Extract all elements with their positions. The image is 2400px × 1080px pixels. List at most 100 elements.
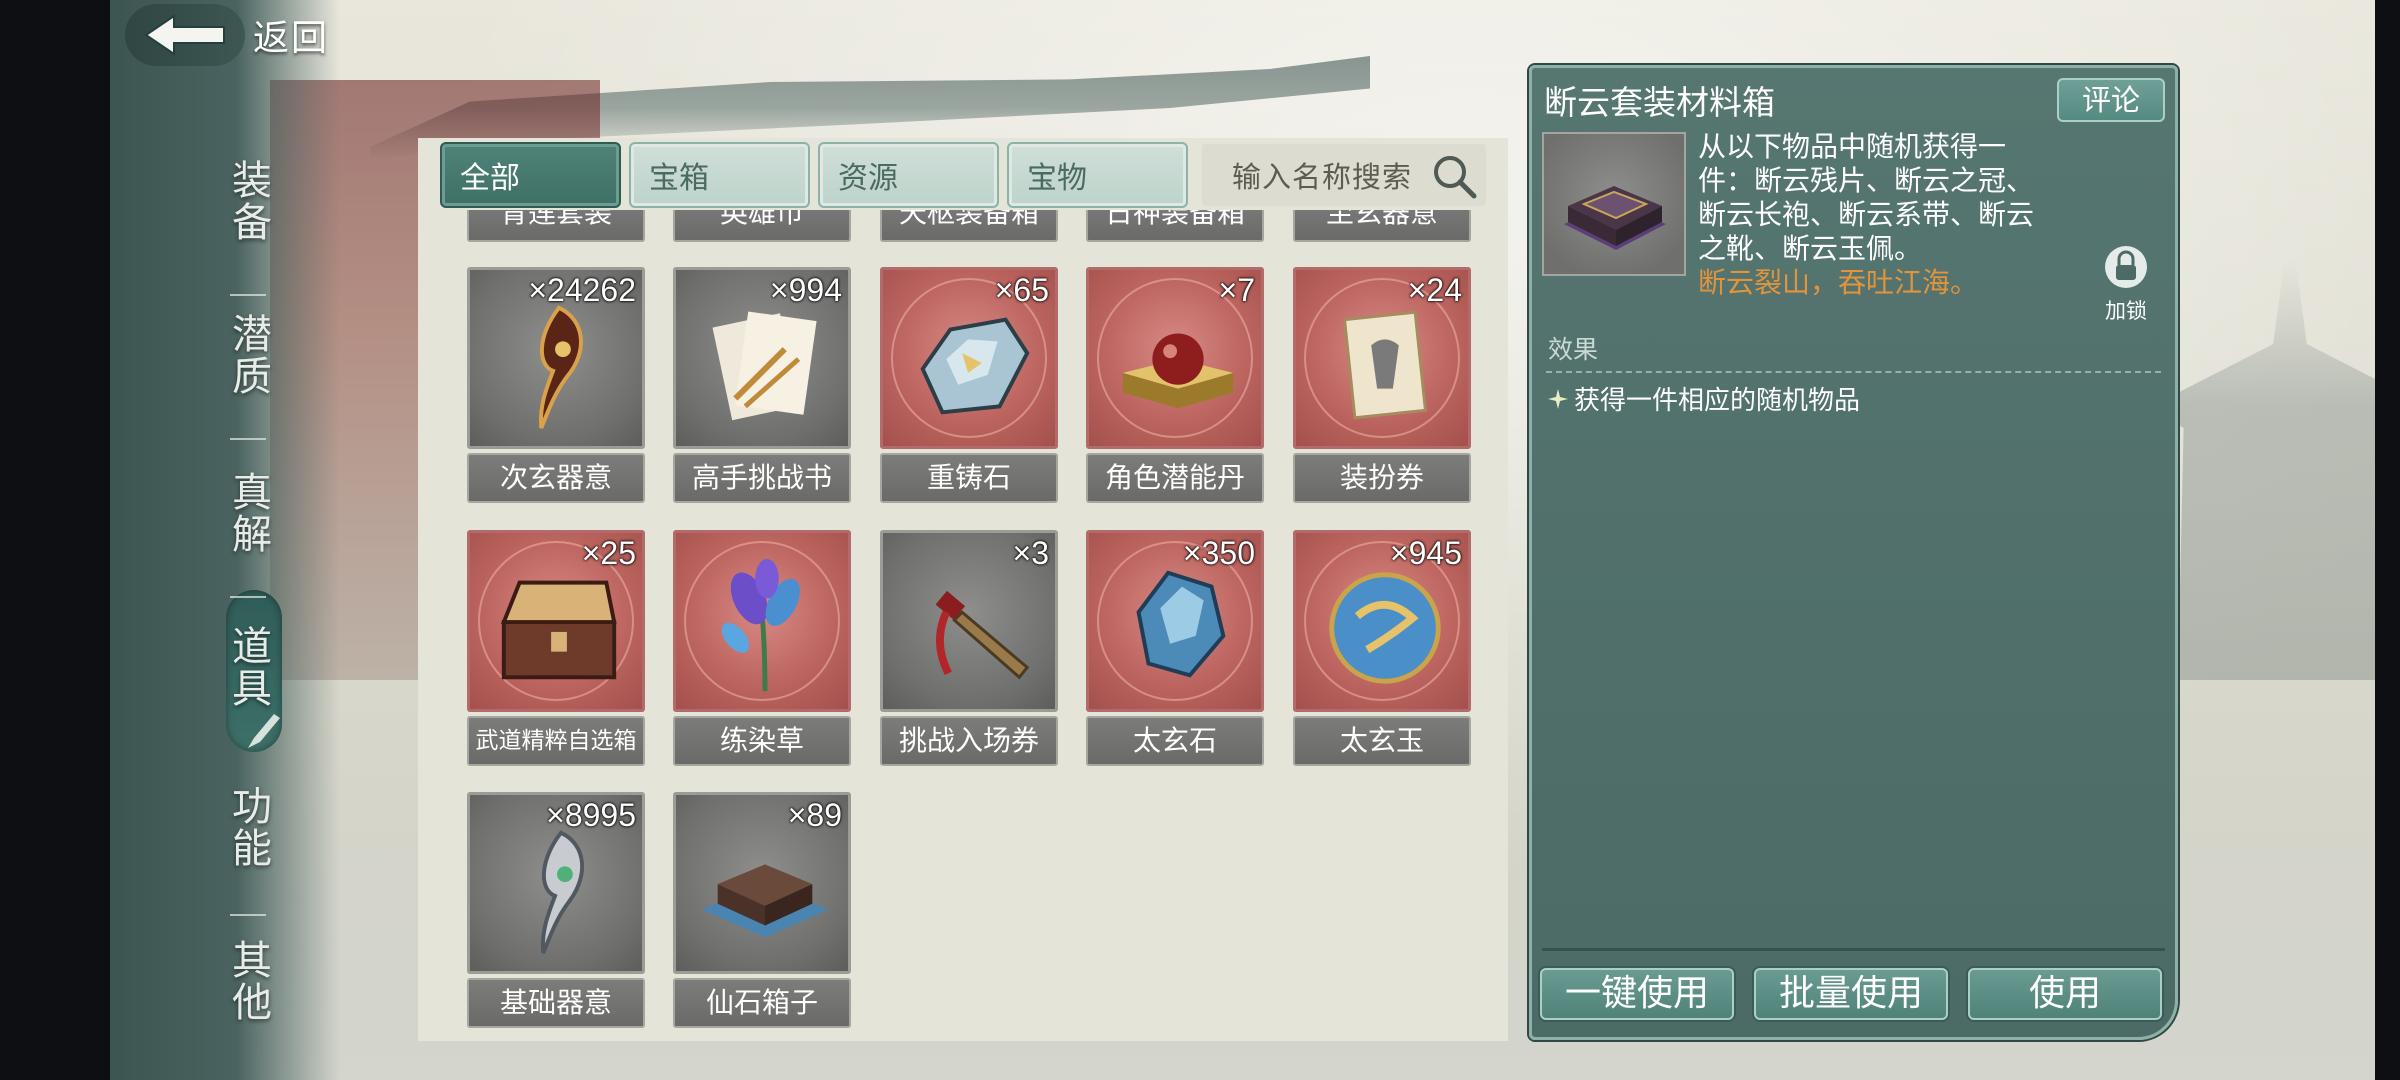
item-name-partial[interactable]: 英雄币: [673, 210, 851, 242]
reforge-stone-icon: [920, 317, 1030, 415]
tab-all[interactable]: 全部: [440, 142, 621, 208]
item-frame: ×65: [880, 267, 1058, 449]
item-name: 挑战入场券: [880, 716, 1058, 766]
item-name: 角色潜能丹: [1086, 453, 1264, 503]
tab-chests[interactable]: 宝箱: [629, 142, 810, 208]
inventory-item[interactable]: ×350 太玄石: [1086, 530, 1264, 767]
tab-resources[interactable]: 资源: [818, 142, 999, 208]
filter-tabs: 全部 宝箱 资源 宝物: [440, 142, 1188, 210]
tab-label: 宝物: [1027, 161, 1087, 196]
item-name-partial[interactable]: 日神装备箱: [1086, 210, 1264, 242]
item-name: 仙石箱子: [673, 978, 851, 1028]
side-tab-char: 能: [232, 826, 272, 872]
tab-label: 全部: [460, 161, 520, 196]
item-name-partial[interactable]: 至玄器意: [1293, 210, 1471, 242]
search-icon[interactable]: [1430, 152, 1478, 200]
item-name-partial[interactable]: 青莲套装: [467, 210, 645, 242]
detail-item-thumbnail: [1542, 132, 1686, 276]
item-name: 日神装备箱: [1104, 210, 1245, 229]
item-name: 至玄器意: [1325, 210, 1438, 229]
side-tab-char: 具: [232, 666, 272, 712]
side-divider: [230, 596, 266, 598]
back-arrow-icon: [125, 4, 245, 66]
detail-description: 从以下物品中随机获得一件：断云残片、断云之冠、断云长袍、断云系带、断云之靴、断云…: [1698, 130, 2050, 300]
inventory-item[interactable]: ×24 装扮券: [1293, 267, 1471, 504]
search-input[interactable]: 输入名称搜索: [1202, 144, 1486, 206]
treasure-chest-icon: [500, 580, 617, 680]
inventory-item[interactable]: ×8995 基础器意: [467, 792, 645, 1029]
inventory-item[interactable]: ×89 仙石箱子: [673, 792, 851, 1029]
side-divider: [230, 914, 266, 916]
side-tab-char: 其: [232, 938, 272, 984]
inventory-item[interactable]: ×25 武道精粹自选箱: [467, 530, 645, 767]
side-tab-true-solution[interactable]: 真 解: [228, 472, 276, 556]
blue-crystal-icon: [1136, 570, 1226, 678]
item-count: ×350: [1182, 535, 1255, 571]
side-tab-char: 他: [232, 980, 272, 1026]
inventory-item[interactable]: ×65 重铸石: [880, 267, 1058, 504]
side-tab-items[interactable]: 道 具: [228, 626, 276, 710]
tab-treasures[interactable]: 宝物: [1007, 142, 1188, 208]
flavor-text: 断云裂山，吞吐江海。: [1698, 266, 1979, 299]
item-detail-panel: 断云套装材料箱 评论 从以下物品中随机获得一件：断云残片、断云之冠、断云长袍、断…: [1529, 65, 2178, 1040]
side-tab-functions[interactable]: 功 能: [228, 786, 276, 870]
item-name: 青莲套装: [499, 210, 612, 229]
effect-heading: 效果: [1548, 335, 1599, 364]
item-name: 高手挑战书: [673, 453, 851, 503]
side-tab-char: 装: [232, 158, 272, 204]
challenge-letter-icon: [712, 311, 817, 421]
search-placeholder: 输入名称搜索: [1232, 160, 1413, 194]
inventory-item[interactable]: 练染草: [673, 530, 851, 767]
item-frame: ×24: [1293, 267, 1471, 449]
description-text: 从以下物品中随机获得一件：断云残片、断云之冠、断云长袍、断云系带、断云之靴、断云…: [1698, 130, 2035, 265]
side-tab-potential[interactable]: 潜 质: [228, 314, 276, 398]
item-frame: ×3: [880, 530, 1058, 712]
tab-label: 资源: [838, 161, 898, 196]
inventory-item[interactable]: ×945 太玄玉: [1293, 530, 1471, 767]
inventory-item[interactable]: ×3 挑战入场券: [880, 530, 1058, 767]
potential-pill-icon: [1122, 333, 1234, 409]
item-frame: ×350: [1086, 530, 1264, 712]
inventory-item[interactable]: ×7 角色潜能丹: [1086, 267, 1264, 504]
comment-button[interactable]: 评论: [2057, 78, 2165, 122]
item-name: 武道精粹自选箱: [467, 716, 645, 766]
item-frame: [673, 530, 851, 712]
item-frame: ×945: [1293, 530, 1471, 712]
brush-icon: [248, 714, 280, 748]
item-count: ×8995: [546, 797, 636, 833]
item-name: 基础器意: [467, 978, 645, 1028]
item-frame: ×25: [467, 530, 645, 712]
item-count: ×7: [1218, 272, 1255, 308]
item-name: 太玄玉: [1293, 716, 1471, 766]
use-button[interactable]: 使用: [1968, 968, 2162, 1020]
item-name: 天枢装备箱: [898, 210, 1039, 229]
pavilion-decoration: [2150, 260, 2375, 680]
effect-text: 获得一件相应的随机物品: [1574, 386, 1861, 416]
side-tab-char: 解: [232, 512, 272, 558]
item-name-partial[interactable]: 天枢装备箱: [880, 210, 1058, 242]
effect-divider: [1546, 371, 2161, 373]
inventory-item[interactable]: ×994 高手挑战书: [673, 267, 851, 504]
actions-divider: [1542, 948, 2165, 951]
item-name: 练染草: [673, 716, 851, 766]
effect-entry: 获得一件相应的随机物品: [1546, 380, 1860, 417]
item-count: ×3: [1012, 535, 1049, 571]
item-name: 英雄币: [719, 210, 804, 229]
item-count: ×994: [769, 272, 842, 308]
material-box-icon: [1564, 186, 1666, 250]
item-count: ×89: [787, 797, 842, 833]
inventory-item[interactable]: ×24262 次玄器意: [467, 267, 645, 504]
detail-title: 断云套装材料箱: [1544, 83, 1775, 122]
basic-spirit-icon: [540, 830, 584, 954]
item-frame: ×994: [673, 267, 851, 449]
side-tab-equipment[interactable]: 装 备: [228, 160, 276, 244]
lock-button[interactable]: 加锁: [2099, 243, 2153, 323]
side-tab-others[interactable]: 其 他: [228, 940, 276, 1024]
back-button[interactable]: 返回: [125, 4, 345, 66]
jade-orb-icon: [1329, 572, 1441, 684]
item-frame: ×7: [1086, 267, 1264, 449]
use-all-button[interactable]: 一键使用: [1540, 968, 1734, 1020]
item-name: 太玄石: [1086, 716, 1264, 766]
item-count: ×25: [581, 535, 636, 571]
batch-use-button[interactable]: 批量使用: [1754, 968, 1948, 1020]
